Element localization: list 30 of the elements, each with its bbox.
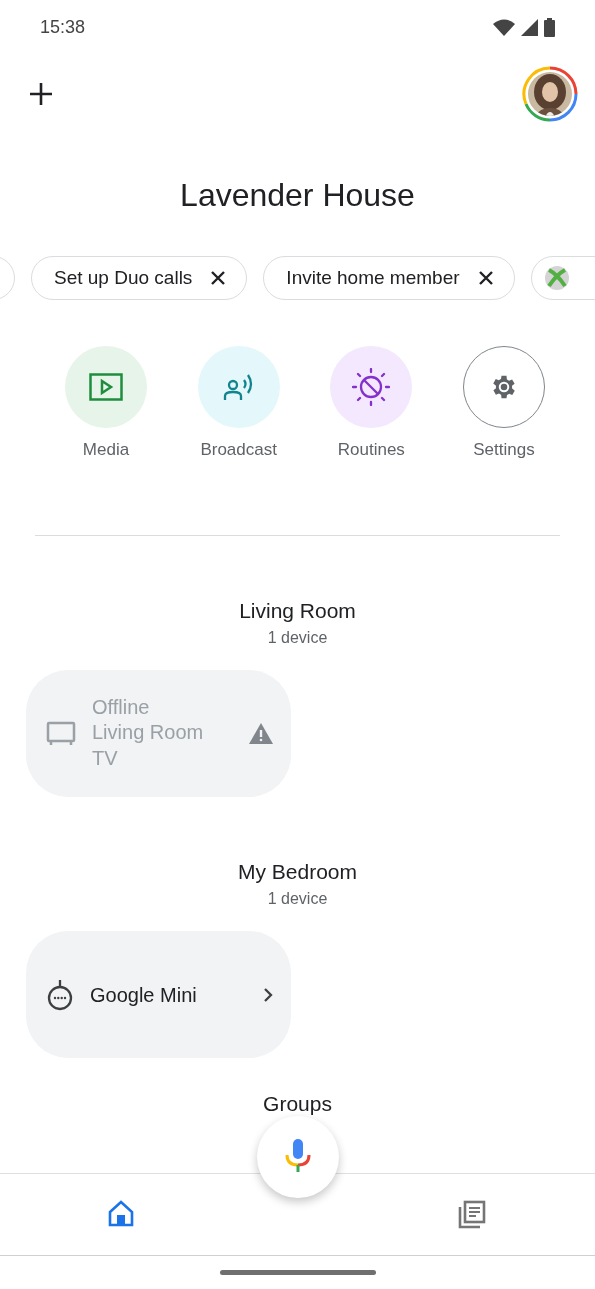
x-sphere-icon <box>543 265 570 291</box>
device-card[interactable]: Google Mini <box>26 931 291 1058</box>
device-count: 1 device <box>266 629 329 647</box>
broadcast-icon <box>222 372 255 402</box>
sun-icon <box>352 368 391 406</box>
close-icon[interactable] <box>477 270 494 286</box>
play-icon <box>89 373 123 401</box>
tv-icon <box>46 720 76 747</box>
status-time: 15:38 <box>40 16 86 38</box>
room-title: My Bedroom <box>236 860 358 884</box>
warning-icon <box>249 723 273 744</box>
wifi-icon <box>493 18 515 36</box>
device-count: 1 device <box>266 890 329 908</box>
close-icon[interactable] <box>210 270 227 286</box>
account-avatar[interactable] <box>522 66 578 122</box>
suggestion-chip[interactable]: Invite home member <box>263 256 515 300</box>
section-title: Groups <box>262 1092 333 1116</box>
signal-icon <box>521 18 538 36</box>
device-name: Google Mini <box>90 982 198 1008</box>
room-title: Living Room <box>238 599 357 623</box>
feed-tab[interactable] <box>457 1199 487 1230</box>
add-button[interactable] <box>27 80 55 108</box>
chevron-icon <box>263 986 273 1003</box>
suggestion-chip[interactable]: Set up Duo calls <box>31 256 248 300</box>
mic-button[interactable] <box>257 1116 339 1198</box>
battery-icon <box>544 17 555 37</box>
device-name: Living Room TV <box>92 720 205 771</box>
device-status: Offline <box>92 696 151 719</box>
speaker-icon <box>46 978 74 1011</box>
home-title: Lavender House <box>179 177 416 214</box>
